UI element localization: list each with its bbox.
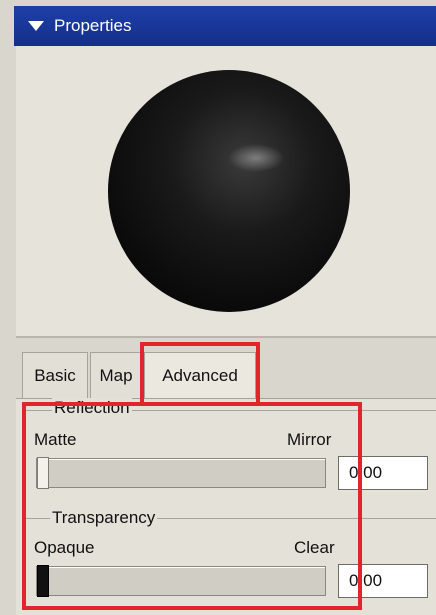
reflection-group-label: Reflection <box>52 398 132 418</box>
tab-basic[interactable]: Basic <box>22 352 88 398</box>
material-sphere-preview <box>108 70 350 312</box>
reflection-slider[interactable] <box>36 457 326 489</box>
transparency-value-field[interactable]: 0.00 <box>338 564 428 598</box>
tab-advanced[interactable]: Advanced <box>144 352 256 398</box>
reflection-slider-thumb[interactable] <box>37 457 49 489</box>
preview-divider <box>16 336 436 338</box>
tab-map[interactable]: Map <box>90 352 142 398</box>
properties-titlebar[interactable]: Properties <box>14 6 436 46</box>
transparency-slider[interactable] <box>36 565 326 597</box>
transparency-slider-thumb[interactable] <box>37 565 49 597</box>
collapse-arrow-icon[interactable] <box>28 21 44 31</box>
transparency-group-label: Transparency <box>50 508 158 528</box>
transparency-min-label: Opaque <box>34 538 95 557</box>
material-preview <box>16 46 436 336</box>
panel-title: Properties <box>54 16 132 35</box>
reflection-min-label: Matte <box>34 430 77 449</box>
reflection-value-field[interactable]: 0.00 <box>338 456 428 490</box>
transparency-max-label: Clear <box>294 538 335 557</box>
reflection-max-label: Mirror <box>287 430 332 449</box>
